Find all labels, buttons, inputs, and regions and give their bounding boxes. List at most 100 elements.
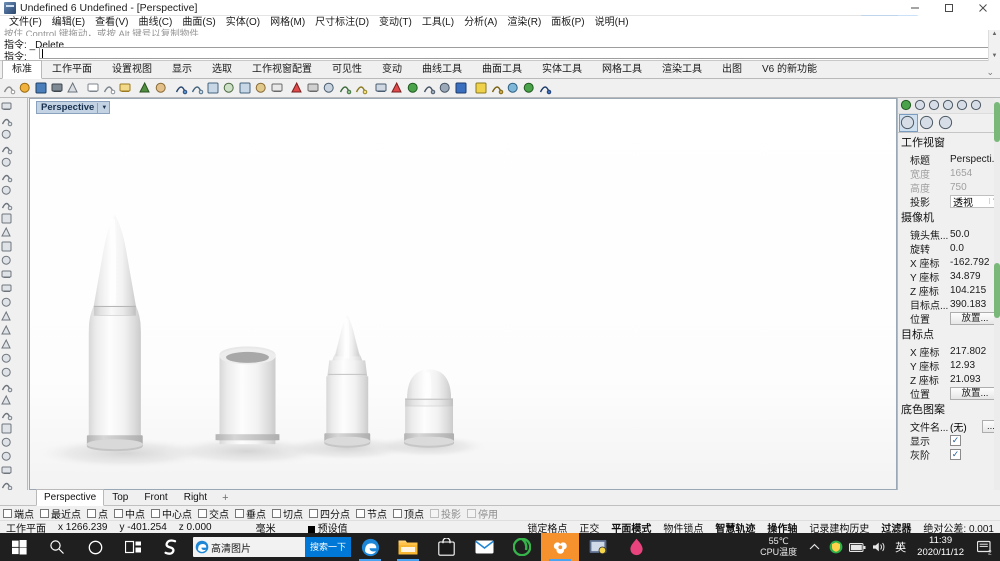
property-value[interactable]: 104.215	[950, 285, 1000, 296]
sphere-solid-icon[interactable]	[0, 282, 14, 296]
toolbar-tab-visibility[interactable]: 可见性	[322, 60, 372, 78]
pinned-maxthon-icon[interactable]	[503, 533, 541, 561]
search-input-value[interactable]: 高清图片	[211, 540, 305, 555]
osnap-item[interactable]: 切点	[272, 506, 303, 521]
globe-render-icon[interactable]	[522, 81, 537, 96]
copy-to-clipboard-icon[interactable]	[66, 81, 81, 96]
split-icon[interactable]	[0, 366, 14, 380]
osnap-checkbox[interactable]	[151, 508, 160, 518]
boolean-difference-icon[interactable]	[0, 338, 14, 352]
cut-icon[interactable]	[86, 81, 101, 96]
layers-icon[interactable]	[914, 99, 927, 112]
chevron-down-icon[interactable]: ▼	[101, 105, 107, 111]
command-scrollbar[interactable]: ▲ ▼	[988, 30, 1000, 61]
blend-curve-icon[interactable]	[0, 422, 14, 436]
property-value[interactable]: Perspecti...	[950, 154, 1000, 165]
osnap-item[interactable]: 节点	[356, 506, 387, 521]
ime-indicator[interactable]: 英	[890, 539, 911, 555]
property-place-button[interactable]: 放置...	[950, 311, 1000, 325]
spotlight-icon[interactable]	[474, 81, 489, 96]
control-point-curve-icon[interactable]	[0, 142, 14, 156]
command-input[interactable]	[39, 47, 989, 59]
box-solid-icon[interactable]	[0, 268, 14, 282]
osnap-checkbox[interactable]	[40, 508, 49, 518]
render-preview-icon[interactable]	[422, 81, 437, 96]
osnap-item[interactable]: 投影	[430, 506, 461, 521]
render-color-icon[interactable]	[390, 81, 405, 96]
settings-gear-icon[interactable]	[490, 81, 505, 96]
surface-extrude-icon[interactable]	[0, 296, 14, 310]
link-icon[interactable]	[938, 115, 955, 131]
rotate-view-icon[interactable]	[254, 81, 269, 96]
arc-icon[interactable]	[0, 184, 14, 198]
print-icon[interactable]	[50, 81, 65, 96]
layer-icon[interactable]	[338, 81, 353, 96]
osnap-checkbox[interactable]	[114, 508, 123, 518]
toolbar-tab-meshtools[interactable]: 网格工具	[592, 60, 652, 78]
zoom-dynamic-icon[interactable]	[238, 81, 253, 96]
osnap-item[interactable]: 停用	[467, 506, 498, 521]
offset-curve-icon[interactable]	[0, 408, 14, 422]
zoom-selected-icon[interactable]	[222, 81, 237, 96]
property-dropdown[interactable]: 透视▼	[950, 194, 1000, 209]
osnap-item[interactable]: 中点	[114, 506, 145, 521]
light-icon[interactable]	[354, 81, 369, 96]
cortana-circle-icon[interactable]	[76, 533, 114, 561]
open-file-icon[interactable]	[18, 81, 33, 96]
toolbar-tab-display[interactable]: 显示	[162, 60, 202, 78]
scroll-down-arrow[interactable]: ▼	[989, 52, 1000, 61]
material-sphere-icon[interactable]	[454, 81, 469, 96]
chamfer-icon[interactable]	[0, 394, 14, 408]
osnap-checkbox[interactable]	[198, 508, 207, 518]
display-panel-icon[interactable]	[970, 99, 983, 112]
minimize-button[interactable]	[898, 0, 932, 16]
viewport-tab-perspective[interactable]: Perspective	[36, 489, 105, 506]
task-view-icon[interactable]	[114, 533, 152, 561]
polyline-icon[interactable]	[0, 128, 14, 142]
property-checkbox[interactable]: ✓	[950, 448, 961, 460]
osnap-item[interactable]: 交点	[198, 506, 229, 521]
maximize-button[interactable]	[932, 0, 966, 16]
pinned-mail-icon[interactable]	[465, 533, 503, 561]
curve-fillet-icon[interactable]	[0, 226, 14, 240]
move-icon[interactable]	[174, 81, 189, 96]
zoom-extents-icon[interactable]	[206, 81, 221, 96]
circle-icon[interactable]	[0, 156, 14, 170]
copy-icon[interactable]	[102, 81, 117, 96]
render-icon[interactable]	[438, 81, 453, 96]
osnap-checkbox[interactable]	[235, 508, 244, 518]
lock-icon[interactable]	[374, 81, 389, 96]
pinned-store-icon[interactable]	[427, 533, 465, 561]
panel-scrollbar[interactable]	[994, 98, 1000, 490]
taskbar-search-box[interactable]: 高清图片 搜索一下	[193, 537, 351, 557]
perspective-viewport[interactable]: Perspective ▼	[29, 98, 897, 490]
toolbar-tab-select[interactable]: 选取	[202, 60, 242, 78]
toolbar-tab-solidtools[interactable]: 实体工具	[532, 60, 592, 78]
osnap-item[interactable]: 中心点	[151, 506, 192, 521]
mirror-icon[interactable]	[0, 436, 14, 450]
search-icon[interactable]	[38, 533, 76, 561]
loft-surface-icon[interactable]	[0, 254, 14, 268]
color-wheel-icon[interactable]	[900, 99, 913, 112]
paste-icon[interactable]	[118, 81, 133, 96]
trim-icon[interactable]	[0, 352, 14, 366]
osnap-checkbox[interactable]	[87, 508, 96, 518]
osnap-item[interactable]: 端点	[3, 506, 34, 521]
scroll-up-arrow[interactable]: ▲	[989, 30, 1000, 39]
select-arrow-icon[interactable]	[0, 100, 14, 114]
osnap-item[interactable]: 垂点	[235, 506, 266, 521]
render-properties-icon[interactable]	[928, 99, 941, 112]
folder-icon[interactable]	[956, 99, 969, 112]
viewport-tab-right[interactable]: Right	[176, 489, 215, 505]
taskbar-clock[interactable]: 11:39 2020/11/12	[911, 535, 970, 559]
boolean-union-icon[interactable]	[0, 324, 14, 338]
viewport-tab-top[interactable]: Top	[104, 489, 136, 505]
undo-icon[interactable]	[138, 81, 153, 96]
rectangle-icon[interactable]	[0, 198, 14, 212]
hide-objects-icon[interactable]	[290, 81, 305, 96]
viewport-properties-icon[interactable]	[919, 115, 936, 131]
windows-start-icon[interactable]	[0, 533, 38, 561]
osnap-checkbox[interactable]	[309, 508, 318, 518]
osnap-checkbox[interactable]	[272, 508, 281, 518]
planar-surface-icon[interactable]	[0, 310, 14, 324]
